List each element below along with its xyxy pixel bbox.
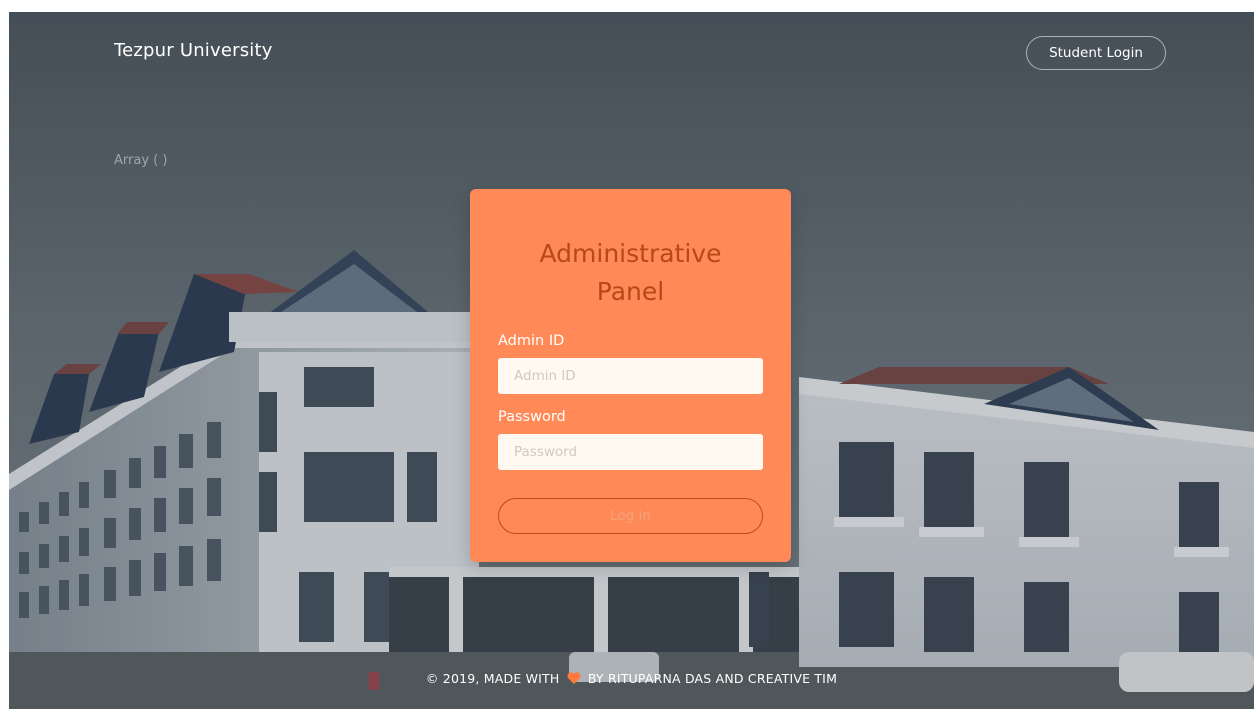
footer-suffix: BY RITUPARNA DAS AND CREATIVE TIM — [587, 671, 838, 686]
heart-icon — [567, 672, 581, 684]
footer-prefix: © 2019, MADE WITH — [425, 671, 560, 686]
admin-login-card: Administrative Panel Admin ID Password L… — [470, 189, 791, 562]
login-button[interactable]: Log in — [498, 498, 763, 534]
debug-output-text: Array ( ) — [114, 153, 168, 168]
admin-id-input[interactable] — [498, 358, 763, 394]
password-input[interactable] — [498, 434, 763, 470]
password-label: Password — [498, 409, 566, 425]
card-title: Administrative Panel — [539, 239, 722, 306]
login-page: Tezpur University Student Login Array ( … — [9, 12, 1254, 709]
admin-id-label: Admin ID — [498, 333, 565, 349]
footer-credits: © 2019, MADE WITH BY RITUPARNA DAS AND C… — [9, 671, 1254, 686]
student-login-button[interactable]: Student Login — [1026, 36, 1166, 70]
brand-title[interactable]: Tezpur University — [114, 40, 273, 61]
